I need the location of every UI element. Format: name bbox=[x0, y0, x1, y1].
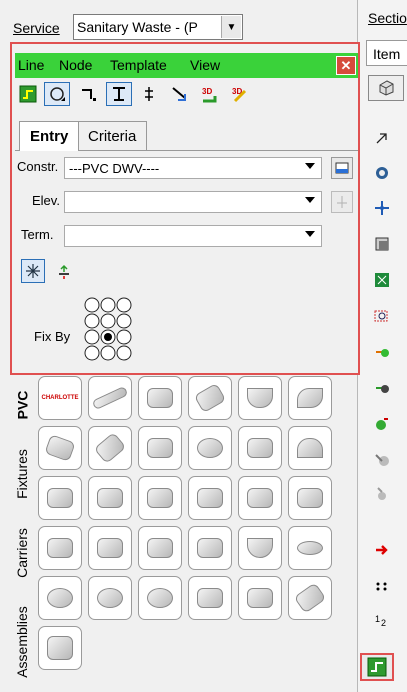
fitting-hub-adapter[interactable] bbox=[138, 576, 182, 620]
snap-icon[interactable] bbox=[21, 259, 45, 283]
tab-strip: Entry Criteria bbox=[15, 111, 358, 151]
fitting-tee[interactable] bbox=[88, 476, 132, 520]
fitting-palette: PVC Fixtures Carriers Assemblies CHARLOT… bbox=[9, 376, 357, 692]
fitting-reducer[interactable] bbox=[138, 426, 182, 470]
fitting-y-branch[interactable] bbox=[238, 576, 282, 620]
fitting-offset[interactable] bbox=[288, 576, 332, 620]
menu-node[interactable]: Node bbox=[59, 57, 92, 73]
fixby-label: Fix By bbox=[34, 329, 71, 344]
elev-label: Elev. bbox=[32, 193, 60, 208]
target-icon[interactable] bbox=[372, 163, 392, 183]
tab-assemblies[interactable]: Assemblies bbox=[9, 592, 35, 692]
arrow-up-right-icon[interactable] bbox=[372, 128, 392, 148]
arrow-right-icon[interactable] bbox=[372, 540, 392, 560]
tab-item[interactable]: Item bbox=[366, 40, 407, 66]
fitting-cleanout-tee[interactable] bbox=[138, 476, 182, 520]
circle-select-icon[interactable] bbox=[44, 82, 70, 106]
section-label[interactable]: Sectio bbox=[368, 10, 407, 26]
fitting-combo-wye[interactable] bbox=[38, 476, 82, 520]
elevation-adjust-icon[interactable] bbox=[53, 261, 75, 283]
chevron-down-icon[interactable]: ▼ bbox=[221, 16, 241, 38]
route-icon[interactable] bbox=[15, 82, 41, 106]
cube-icon[interactable] bbox=[368, 75, 404, 101]
rotate-icon[interactable] bbox=[372, 342, 392, 362]
fitting-elbow-90[interactable] bbox=[238, 376, 282, 420]
menu-line[interactable]: Line bbox=[18, 57, 44, 73]
dots-icon[interactable] bbox=[372, 576, 392, 596]
slope-icon[interactable] bbox=[166, 82, 192, 106]
chevron-down-icon bbox=[305, 231, 315, 237]
fitting-trap-arm[interactable] bbox=[288, 426, 332, 470]
menu-template[interactable]: Template bbox=[110, 57, 167, 73]
zoom-window-icon[interactable] bbox=[372, 306, 392, 326]
service-dropdown[interactable]: Sanitary Waste - (P ▼ bbox=[73, 14, 243, 40]
term-dropdown[interactable] bbox=[64, 225, 322, 247]
tab-fixtures[interactable]: Fixtures bbox=[9, 434, 35, 514]
disconnect-icon[interactable] bbox=[372, 450, 392, 470]
elev-dropdown[interactable] bbox=[64, 191, 322, 213]
menu-view[interactable]: View bbox=[190, 57, 220, 73]
fitting-wye[interactable] bbox=[38, 426, 82, 470]
fitting-elbow-long[interactable] bbox=[188, 576, 232, 620]
fitting-plug[interactable] bbox=[38, 626, 82, 670]
fitting-long-sweep-wye[interactable] bbox=[188, 526, 232, 570]
fitting-cap[interactable] bbox=[38, 576, 82, 620]
fitting-double-wye[interactable] bbox=[188, 476, 232, 520]
fitting-fitting-reducer[interactable] bbox=[88, 576, 132, 620]
fitting-side-inlet-tee[interactable] bbox=[88, 526, 132, 570]
tab-pvc[interactable]: PVC bbox=[9, 376, 35, 434]
elev-pick-icon[interactable] bbox=[331, 191, 353, 213]
service-value: Sanitary Waste - (P bbox=[77, 19, 198, 35]
elbow-icon[interactable] bbox=[76, 82, 102, 106]
fitting-double-side-inlet[interactable] bbox=[138, 526, 182, 570]
tee-icon[interactable] bbox=[106, 82, 132, 106]
constr-dropdown[interactable]: ---PVC DWV---- bbox=[64, 157, 322, 179]
term-label: Term. bbox=[21, 227, 54, 242]
numbering-icon[interactable]: 12 bbox=[372, 610, 392, 630]
tab-entry[interactable]: Entry bbox=[19, 121, 80, 151]
fix-by-selector[interactable] bbox=[81, 294, 135, 370]
connect-icon[interactable] bbox=[372, 378, 392, 398]
layers-icon[interactable] bbox=[372, 234, 392, 254]
fitting-street-elbow[interactable] bbox=[288, 376, 332, 420]
close-icon[interactable]: ✕ bbox=[336, 56, 356, 75]
service-label: Service bbox=[13, 20, 60, 36]
fitting-elbow-22[interactable] bbox=[88, 426, 132, 470]
constr-value: ---PVC DWV---- bbox=[69, 161, 160, 176]
svg-text:1: 1 bbox=[375, 614, 380, 624]
fitting-pipe[interactable] bbox=[88, 376, 132, 420]
palette-vertical-tabs: PVC Fixtures Carriers Assemblies bbox=[9, 376, 35, 692]
svg-text:3D: 3D bbox=[202, 87, 212, 96]
properties-icon[interactable] bbox=[331, 157, 353, 179]
fitting-elbow-45[interactable] bbox=[188, 376, 232, 420]
route-icon[interactable] bbox=[360, 653, 394, 681]
fitting-brand-logo[interactable]: CHARLOTTE bbox=[38, 376, 82, 420]
fitting-double-tee[interactable] bbox=[288, 476, 332, 520]
3d-edit-icon[interactable]: 3D bbox=[226, 82, 252, 106]
fitting-bushing[interactable] bbox=[188, 426, 232, 470]
vertical-split-icon[interactable] bbox=[136, 82, 162, 106]
fitting-closet-flange[interactable] bbox=[288, 526, 332, 570]
fitting-vent-tee[interactable] bbox=[38, 526, 82, 570]
constr-label: Constr. bbox=[17, 159, 59, 174]
pipe-fitting-icon[interactable] bbox=[372, 414, 392, 434]
fitting-p-trap[interactable] bbox=[238, 526, 282, 570]
3d-route-icon[interactable]: 3D bbox=[196, 82, 222, 106]
menu-bar: Line Node Template View ✕ bbox=[15, 53, 358, 78]
svg-text:2: 2 bbox=[381, 618, 386, 628]
move-icon[interactable] bbox=[372, 198, 392, 218]
tab-criteria[interactable]: Criteria bbox=[77, 121, 148, 151]
entry-tab-content: Constr. ---PVC DWV---- Elev. Term. Fix B… bbox=[15, 150, 358, 373]
tab-carriers[interactable]: Carriers bbox=[9, 514, 35, 592]
chevron-down-icon bbox=[305, 163, 315, 169]
routing-panel: Line Node Template View ✕ 3D 3D Entry Cr… bbox=[10, 42, 360, 375]
fitting-cross[interactable] bbox=[238, 476, 282, 520]
fitting-sanitary-tee[interactable] bbox=[238, 426, 282, 470]
fitting-coupling[interactable] bbox=[138, 376, 182, 420]
chevron-down-icon bbox=[305, 197, 315, 203]
edit-fitting-icon[interactable] bbox=[372, 484, 392, 504]
fit-view-icon[interactable] bbox=[372, 270, 392, 290]
